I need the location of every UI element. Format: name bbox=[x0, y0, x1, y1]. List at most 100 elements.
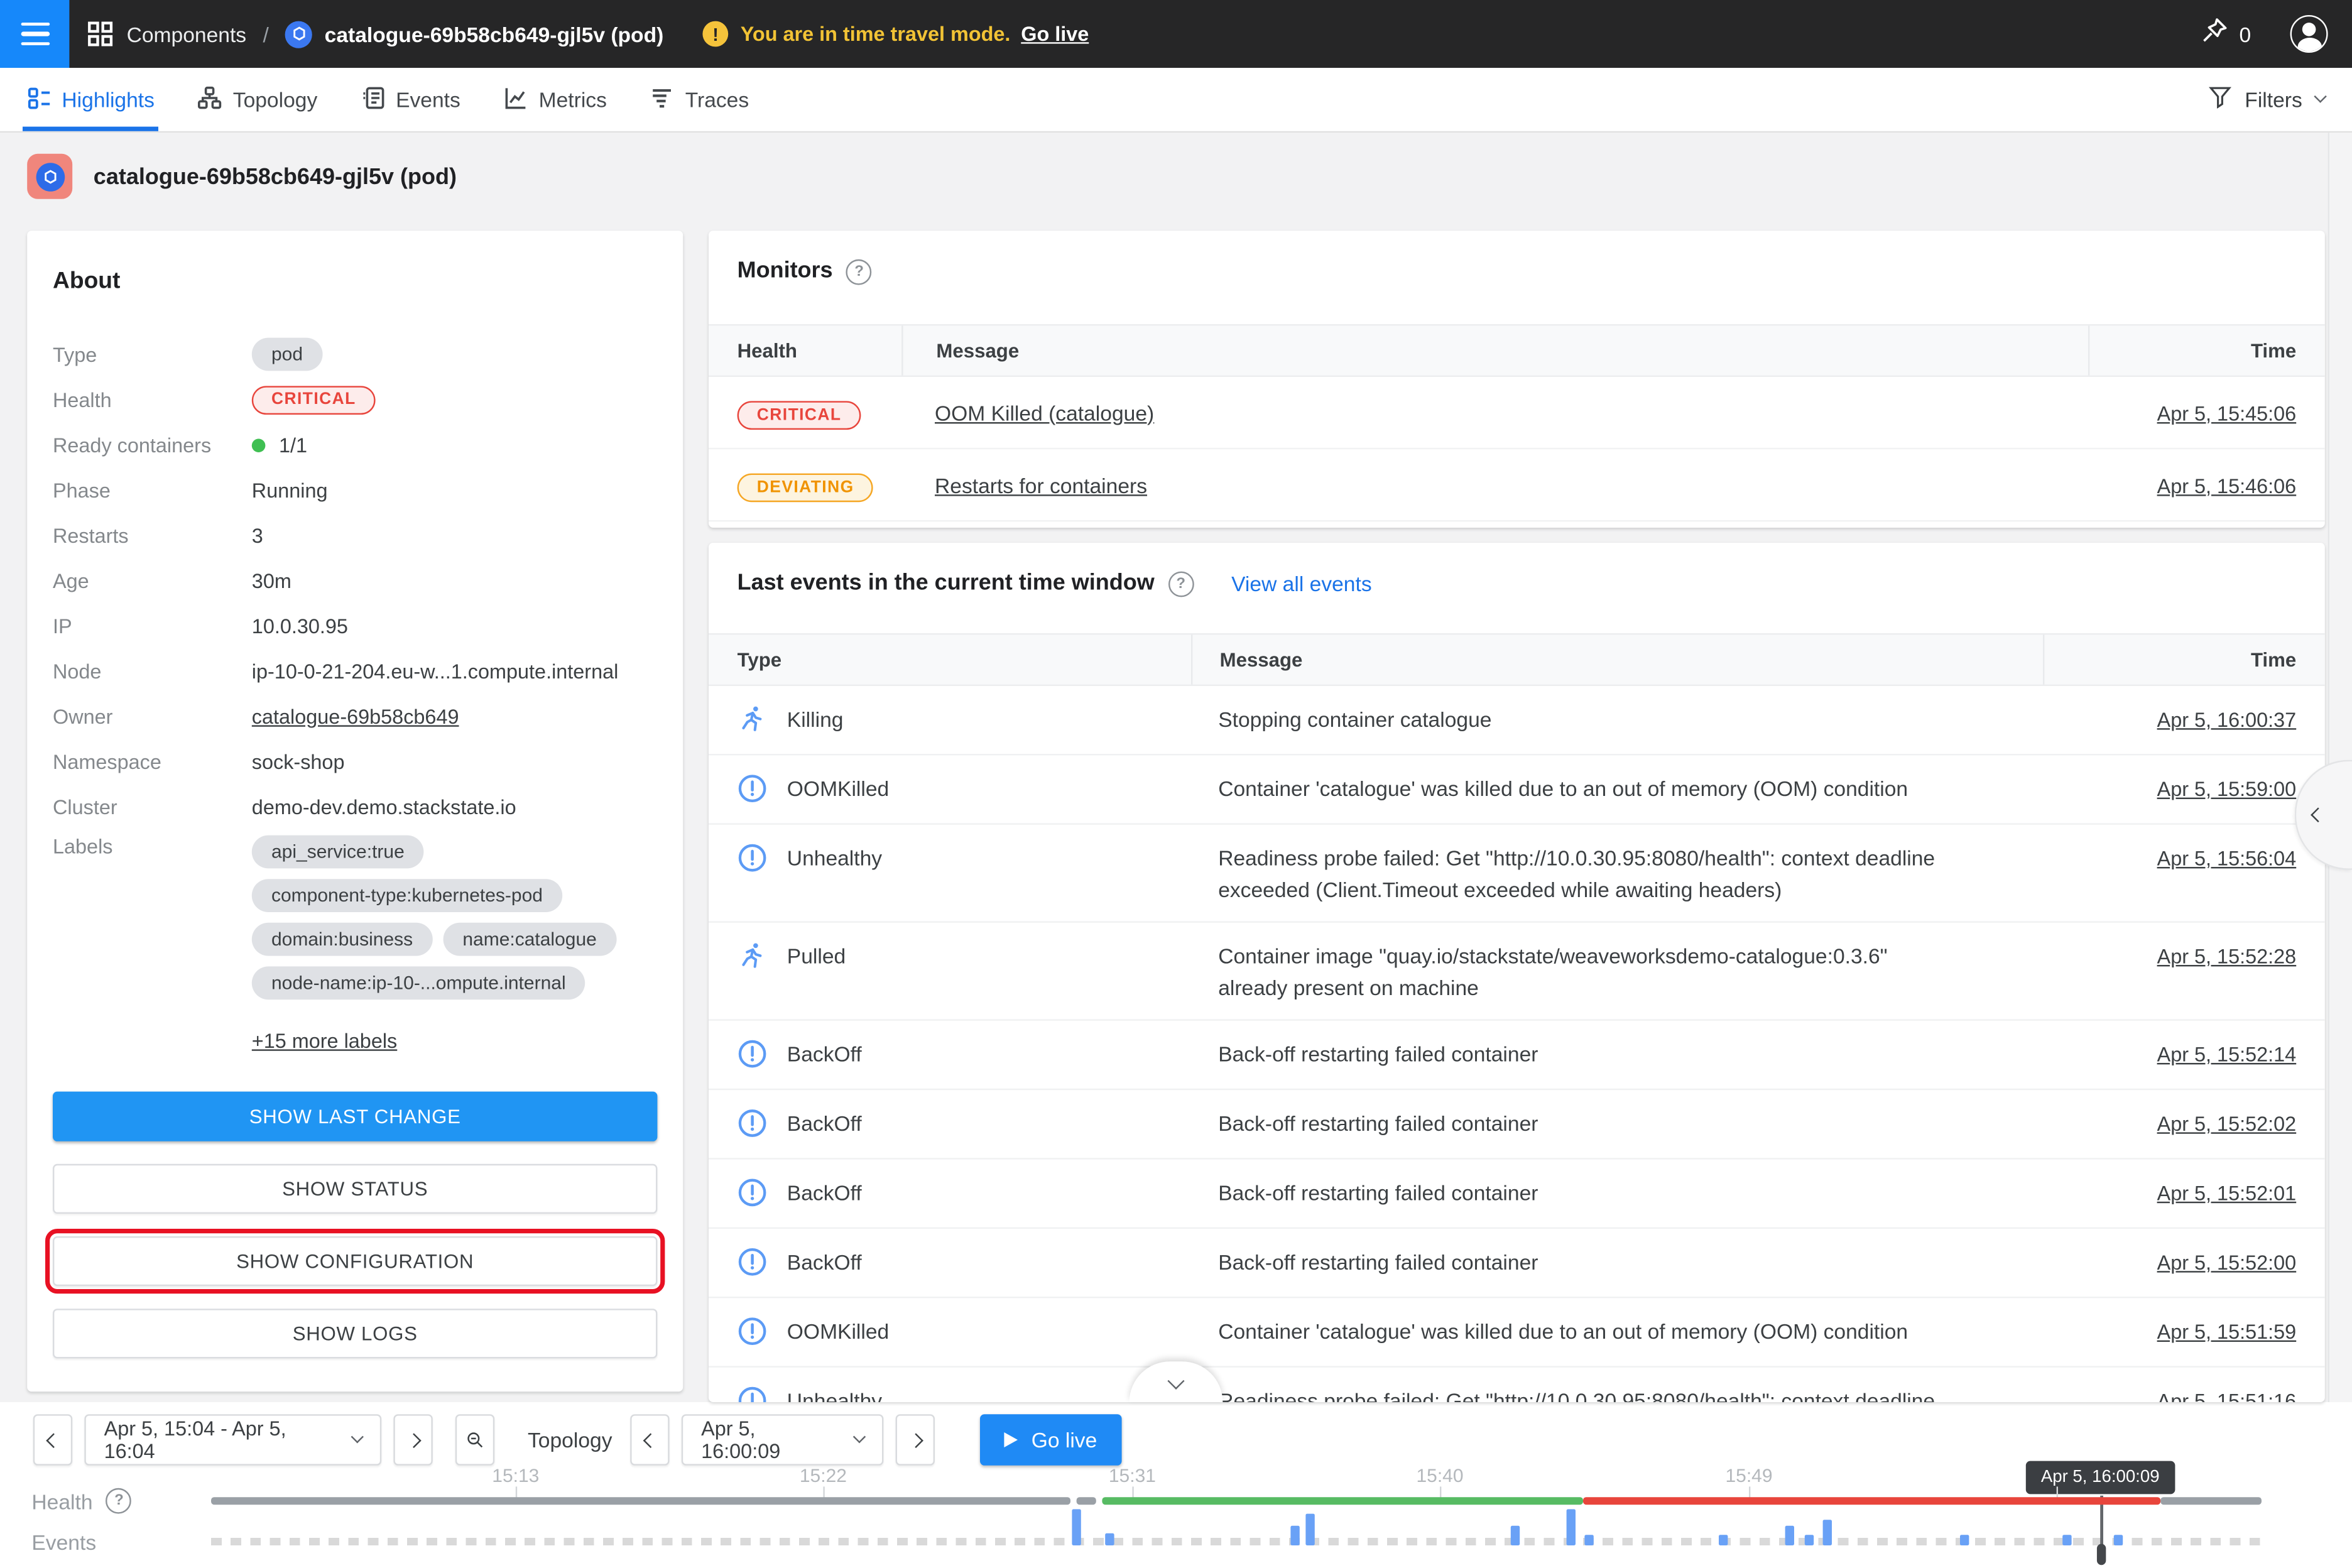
event-bar bbox=[2114, 1535, 2123, 1545]
about-title: About bbox=[53, 268, 657, 295]
event-bar bbox=[1290, 1526, 1299, 1545]
show-last-change-button[interactable]: SHOW LAST CHANGE bbox=[53, 1092, 657, 1141]
about-row-node: Node ip-10-0-21-204.eu-w...1.compute.int… bbox=[53, 655, 657, 688]
zoom-out-button[interactable] bbox=[455, 1414, 494, 1466]
tab-traces[interactable]: Traces bbox=[651, 68, 749, 131]
tab-label: Events bbox=[396, 87, 460, 111]
events-card: Last events in the current time window ?… bbox=[709, 543, 2325, 1402]
monitor-message-link[interactable]: OOM Killed (catalogue) bbox=[935, 400, 1154, 424]
current-time-dropdown[interactable]: Apr 5, 16:00:09 bbox=[682, 1414, 884, 1466]
filters-label: Filters bbox=[2245, 87, 2302, 111]
label-pill: node-name:ip-10-...ompute.internal bbox=[252, 966, 585, 999]
breadcrumb-components[interactable]: Components bbox=[127, 22, 247, 46]
health-help-icon[interactable]: ? bbox=[106, 1488, 132, 1514]
event-type-icon bbox=[738, 1177, 768, 1207]
tab-metrics[interactable]: Metrics bbox=[504, 68, 607, 131]
about-row-owner: Owner catalogue-69b58cb649 bbox=[53, 700, 657, 733]
filters-button[interactable]: Filters bbox=[2209, 68, 2325, 131]
event-bar bbox=[2062, 1535, 2071, 1545]
range-next-button[interactable] bbox=[393, 1414, 432, 1466]
about-row-labels: Labels api_service:truecomponent-type:ku… bbox=[53, 836, 657, 1000]
event-time-link[interactable]: Apr 5, 15:52:02 bbox=[2157, 1113, 2297, 1135]
tab-topology[interactable]: Topology bbox=[199, 68, 318, 131]
events-help-icon[interactable]: ? bbox=[1168, 570, 1194, 596]
event-time-link[interactable]: Apr 5, 15:52:01 bbox=[2157, 1182, 2297, 1205]
event-time-link[interactable]: Apr 5, 15:56:04 bbox=[2157, 847, 2297, 870]
label-pill: name:catalogue bbox=[443, 923, 616, 956]
event-time-link[interactable]: Apr 5, 15:59:00 bbox=[2157, 778, 2297, 800]
label-pills: api_service:truecomponent-type:kubernete… bbox=[252, 836, 658, 1000]
event-time-link[interactable]: Apr 5, 15:52:28 bbox=[2157, 945, 2297, 968]
monitors-title: Monitors bbox=[738, 256, 833, 286]
event-message: Back-off restarting failed container bbox=[1191, 1177, 2043, 1209]
event-time-link[interactable]: Apr 5, 16:00:37 bbox=[2157, 709, 2297, 731]
time-prev-button[interactable] bbox=[630, 1414, 669, 1466]
event-type: BackOff bbox=[787, 1111, 862, 1135]
about-row-phase: Phase Running bbox=[53, 474, 657, 507]
event-row: OOMKilled Container 'catalogue' was kill… bbox=[709, 755, 2325, 824]
event-message: Container image "quay.io/stackstate/weav… bbox=[1191, 941, 2043, 1004]
time-travel-warning-text: You are in time travel mode. bbox=[741, 23, 1011, 45]
more-labels-link[interactable]: +15 more labels bbox=[252, 1030, 397, 1052]
event-row: BackOff Back-off restarting failed conta… bbox=[709, 1090, 2325, 1159]
context-label: Topology bbox=[528, 1428, 612, 1452]
chevron-left-icon bbox=[2311, 807, 2326, 822]
events-rows: Killing Stopping container catalogue Apr… bbox=[709, 686, 2325, 1402]
time-travel-bar: Apr 5, 15:04 - Apr 5, 16:04 Topology Apr… bbox=[0, 1402, 2352, 1568]
health-segment bbox=[1077, 1497, 1096, 1505]
label-pill: api_service:true bbox=[252, 836, 424, 869]
event-time-link[interactable]: Apr 5, 15:52:14 bbox=[2157, 1043, 2297, 1066]
about-row-restarts: Restarts 3 bbox=[53, 519, 657, 552]
event-type-icon bbox=[738, 1247, 768, 1277]
go-live-button[interactable]: Go live bbox=[980, 1414, 1121, 1466]
time-travel-banner: ! You are in time travel mode. Go live bbox=[703, 21, 1089, 47]
show-status-button[interactable]: SHOW STATUS bbox=[53, 1164, 657, 1214]
monitors-table-header: Health Message Time bbox=[709, 324, 2325, 377]
event-time-link[interactable]: Apr 5, 15:52:00 bbox=[2157, 1251, 2297, 1274]
tab-bar: Highlights Topology Events Metrics Trace… bbox=[0, 68, 2352, 133]
event-message: Container 'catalogue' was killed due to … bbox=[1191, 773, 2043, 805]
chevron-down-icon bbox=[1167, 1372, 1184, 1389]
event-type-icon bbox=[738, 704, 768, 734]
avatar[interactable] bbox=[2290, 15, 2328, 53]
monitors-help-icon[interactable]: ? bbox=[846, 259, 872, 285]
about-row-age: Age 30m bbox=[53, 564, 657, 597]
event-message: Back-off restarting failed container bbox=[1191, 1039, 2043, 1070]
highlights-icon bbox=[27, 85, 51, 114]
monitor-time-link[interactable]: Apr 5, 15:46:06 bbox=[2157, 474, 2297, 497]
monitors-card: Monitors ? Health Message Time CRITICAL bbox=[709, 231, 2325, 528]
owner-link[interactable]: catalogue-69b58cb649 bbox=[252, 705, 459, 727]
monitor-message-link[interactable]: Restarts for containers bbox=[935, 472, 1147, 496]
time-range-dropdown[interactable]: Apr 5, 15:04 - Apr 5, 16:04 bbox=[84, 1414, 381, 1466]
event-bar bbox=[1584, 1535, 1593, 1545]
topbar-actions: 0 bbox=[2200, 15, 2352, 53]
monitor-time-link[interactable]: Apr 5, 15:45:06 bbox=[2157, 402, 2297, 425]
event-time-link[interactable]: Apr 5, 15:51:16 bbox=[2157, 1390, 2297, 1402]
hamburger-menu-button[interactable] bbox=[0, 0, 69, 68]
go-live-link[interactable]: Go live bbox=[1021, 23, 1089, 45]
health-critical-badge: CRITICAL bbox=[252, 385, 376, 414]
tab-highlights[interactable]: Highlights bbox=[27, 68, 155, 131]
show-logs-button[interactable]: SHOW LOGS bbox=[53, 1309, 657, 1358]
view-all-events-link[interactable]: View all events bbox=[1231, 572, 1372, 596]
about-row-ready: Ready containers 1/1 bbox=[53, 428, 657, 462]
event-type: BackOff bbox=[787, 1180, 862, 1204]
event-message: Readiness probe failed: Get "http://10.0… bbox=[1191, 1386, 2043, 1402]
pin-count: 0 bbox=[2239, 22, 2251, 46]
event-type-icon bbox=[738, 773, 768, 803]
pin-icon[interactable] bbox=[2200, 16, 2229, 52]
time-marker-tooltip: Apr 5, 16:00:09 bbox=[2026, 1461, 2175, 1494]
about-row-health: Health CRITICAL bbox=[53, 383, 657, 416]
health-segment bbox=[1102, 1497, 1583, 1505]
time-marker-handle[interactable] bbox=[2097, 1544, 2106, 1565]
timeline-tick-label: 15:49 bbox=[1725, 1466, 1772, 1487]
time-next-button[interactable] bbox=[896, 1414, 935, 1466]
show-configuration-button[interactable]: SHOW CONFIGURATION bbox=[53, 1236, 657, 1286]
events-icon bbox=[361, 85, 385, 114]
range-prev-button[interactable] bbox=[33, 1414, 72, 1466]
tab-events[interactable]: Events bbox=[361, 68, 460, 131]
event-type: Pulled bbox=[787, 944, 846, 967]
event-type: OOMKilled bbox=[787, 776, 889, 800]
pod-critical-badge-icon bbox=[27, 154, 72, 199]
event-time-link[interactable]: Apr 5, 15:51:59 bbox=[2157, 1320, 2297, 1343]
